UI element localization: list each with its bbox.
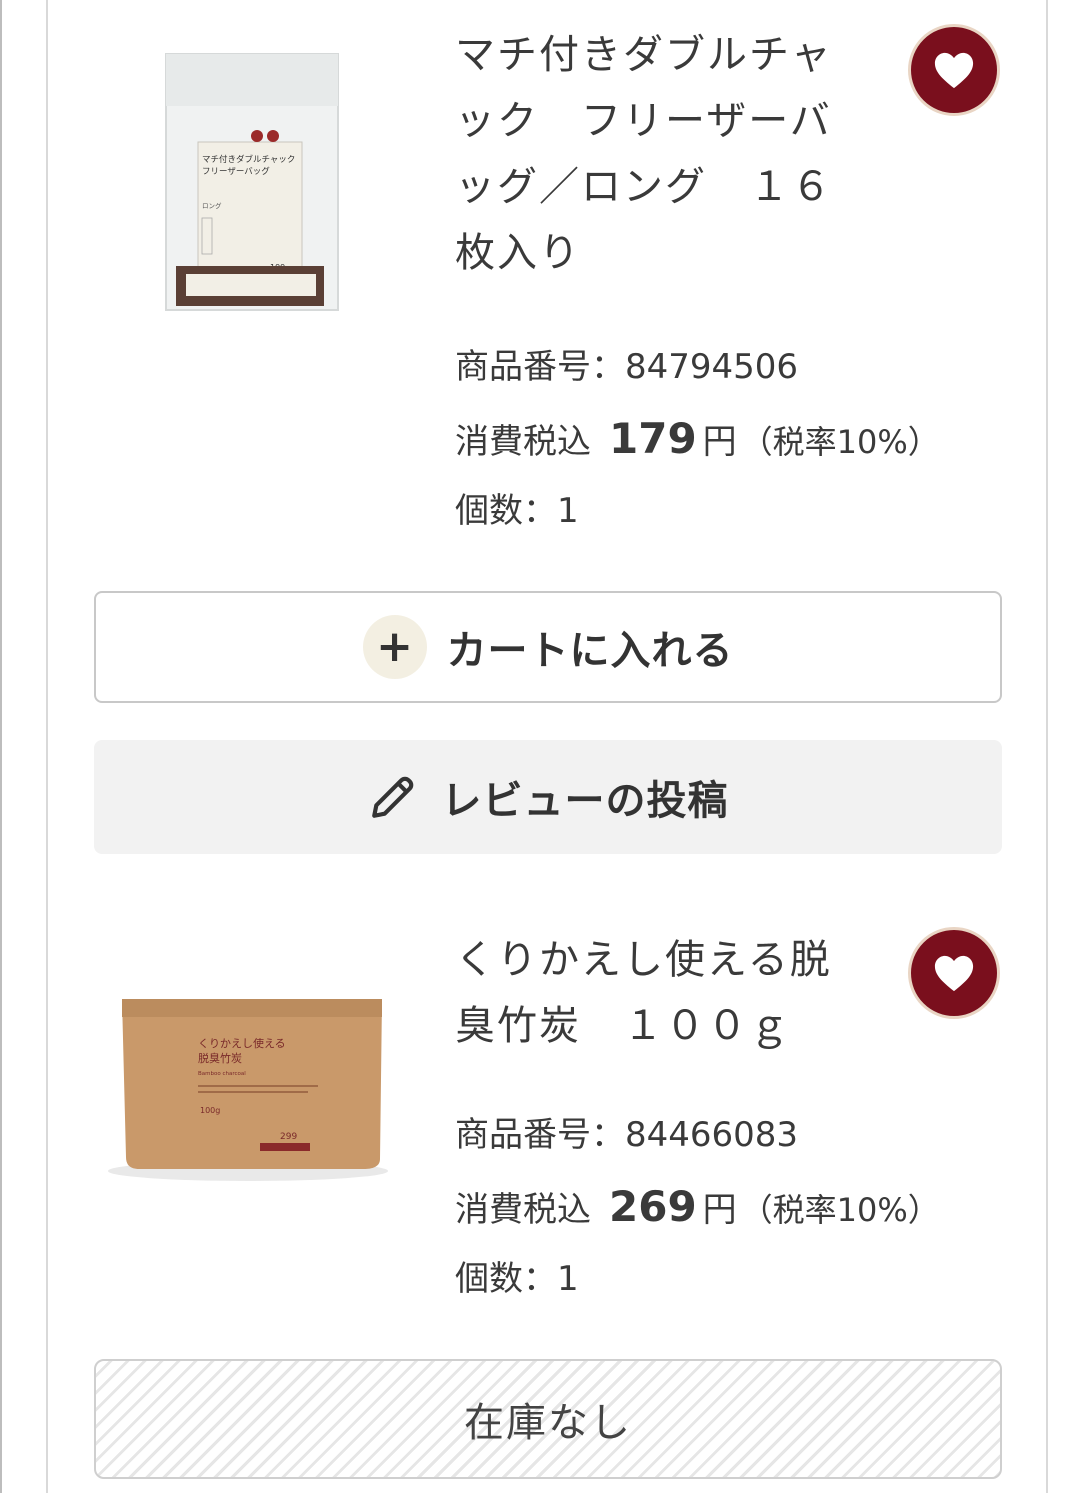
product-title[interactable]: くりかえし使える脱臭竹炭 １００ｇ	[455, 927, 835, 1059]
package-text-line: くりかえし使える	[198, 1037, 286, 1050]
product-code: 84466083	[625, 1115, 799, 1155]
heart-icon	[934, 52, 974, 89]
out-of-stock-button: 在庫なし	[94, 1359, 1002, 1479]
favorite-button[interactable]	[908, 927, 1000, 1019]
package-text-line: 脱臭竹炭	[198, 1051, 242, 1065]
product-item: マチ付きダブルチャック フリーザーバッグ ロング 199 マチ付きダブルチャック…	[94, 0, 1002, 860]
tax-included-label: 消費税込	[455, 422, 591, 462]
product-code-row: 商品番号：84794506	[455, 331, 940, 403]
post-review-label: レビューの投稿	[441, 778, 729, 824]
tax-rate: （税率10%）	[740, 1191, 940, 1229]
quantity-value: 1	[557, 491, 579, 531]
product-code-label: 商品番号：	[455, 347, 625, 387]
package-weight: 100g	[200, 1106, 220, 1115]
quantity-row: 個数：1	[455, 1243, 940, 1315]
list-border-right	[1046, 0, 1048, 1493]
package-text-line: マチ付きダブルチャック	[202, 154, 295, 165]
product-item: くりかえし使える 脱臭竹炭 Bamboo charcoal 100g 299 く…	[94, 905, 1002, 1493]
package-text-line: フリーザーバッグ	[202, 166, 270, 177]
price-value: 269	[609, 1182, 697, 1231]
quantity-label: 個数：	[455, 491, 557, 531]
product-meta: 商品番号：84794506 消費税込 179 円（税率10%） 個数：1	[455, 331, 940, 547]
tax-included-label: 消費税込	[455, 1190, 591, 1230]
pencil-icon	[368, 772, 418, 822]
product-title[interactable]: マチ付きダブルチャック フリーザーバッグ／ロング １６枚入り	[455, 22, 835, 286]
package-text-line: ロング	[202, 201, 222, 210]
product-image-freezer-bag[interactable]: マチ付きダブルチャック フリーザーバッグ ロング 199	[162, 50, 348, 320]
quantity-row: 個数：1	[455, 475, 940, 547]
product-code-row: 商品番号：84466083	[455, 1099, 940, 1171]
package-text-line: Bamboo charcoal	[198, 1071, 246, 1077]
price-value: 179	[609, 414, 697, 463]
favorite-button[interactable]	[908, 24, 1000, 116]
out-of-stock-label: 在庫なし	[464, 1400, 632, 1446]
quantity-value: 1	[557, 1259, 579, 1299]
post-review-button[interactable]: レビューの投稿	[94, 740, 1002, 854]
screen-edge-left	[0, 0, 2, 1493]
tax-rate: （税率10%）	[740, 423, 940, 461]
product-code: 84794506	[625, 347, 799, 387]
price-row: 消費税込 269 円（税率10%）	[455, 1171, 940, 1243]
plus-icon: +	[362, 615, 427, 679]
price-row: 消費税込 179 円（税率10%）	[455, 403, 940, 475]
add-to-cart-button[interactable]: + カートに入れる	[94, 591, 1002, 703]
product-meta: 商品番号：84466083 消費税込 269 円（税率10%） 個数：1	[455, 1099, 940, 1315]
product-code-label: 商品番号：	[455, 1115, 625, 1155]
heart-icon	[934, 955, 974, 992]
list-border-left	[46, 0, 48, 1493]
package-price: 299	[280, 1132, 297, 1142]
currency-label: 円	[702, 1190, 737, 1230]
product-image-bamboo-charcoal[interactable]: くりかえし使える 脱臭竹炭 Bamboo charcoal 100g 299	[100, 991, 396, 1187]
add-to-cart-label: カートに入れる	[446, 628, 734, 674]
quantity-label: 個数：	[455, 1259, 557, 1299]
currency-label: 円	[702, 422, 737, 462]
